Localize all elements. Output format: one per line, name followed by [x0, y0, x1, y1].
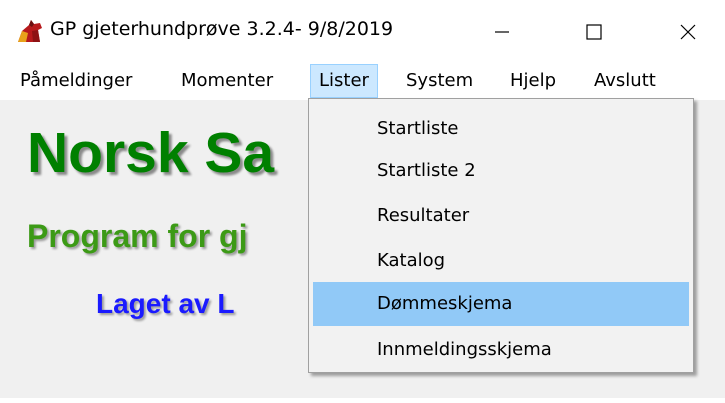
window-bottom-edge [0, 398, 725, 403]
menu-item-startliste[interactable]: Startliste [313, 107, 689, 151]
maximize-button[interactable] [566, 10, 622, 54]
menu-item-startliste-2[interactable]: Startliste 2 [313, 149, 689, 193]
menu-avslutt[interactable]: Avslutt [586, 64, 664, 98]
menu-hjelp[interactable]: Hjelp [502, 64, 564, 98]
horse-head-icon[interactable] [16, 17, 44, 45]
menu-momenter[interactable]: Momenter [173, 64, 281, 98]
menu-item-resultater[interactable]: Resultater [313, 194, 689, 238]
menu-system[interactable]: System [398, 64, 481, 98]
maximize-icon [586, 24, 602, 40]
menu-pameldinger[interactable]: Påmeldinger [12, 64, 140, 98]
minimize-icon [495, 31, 509, 33]
banner-author: Laget av L [96, 288, 235, 319]
window-title: GP gjeterhundprøve 3.2.4- 9/8/2019 [50, 18, 394, 40]
title-bar[interactable]: GP gjeterhundprøve 3.2.4- 9/8/2019 [0, 0, 725, 62]
menu-item-innmeldingsskjema[interactable]: Innmeldingsskjema [313, 328, 689, 372]
lister-dropdown-menu: Startliste Startliste 2 Resultater Katal… [308, 98, 694, 373]
menu-item-katalog[interactable]: Katalog [313, 239, 689, 283]
menu-bar: Påmeldinger Momenter Lister System Hjelp… [0, 64, 725, 98]
close-icon [680, 24, 696, 40]
minimize-button[interactable] [474, 10, 530, 54]
close-button[interactable] [660, 10, 716, 54]
menu-item-dommeskjema[interactable]: Dømmeskjema [313, 282, 689, 326]
banner-title: Norsk Sa [27, 121, 275, 185]
menu-lister[interactable]: Lister [310, 64, 378, 98]
banner-subtitle: Program for gj [27, 218, 248, 254]
